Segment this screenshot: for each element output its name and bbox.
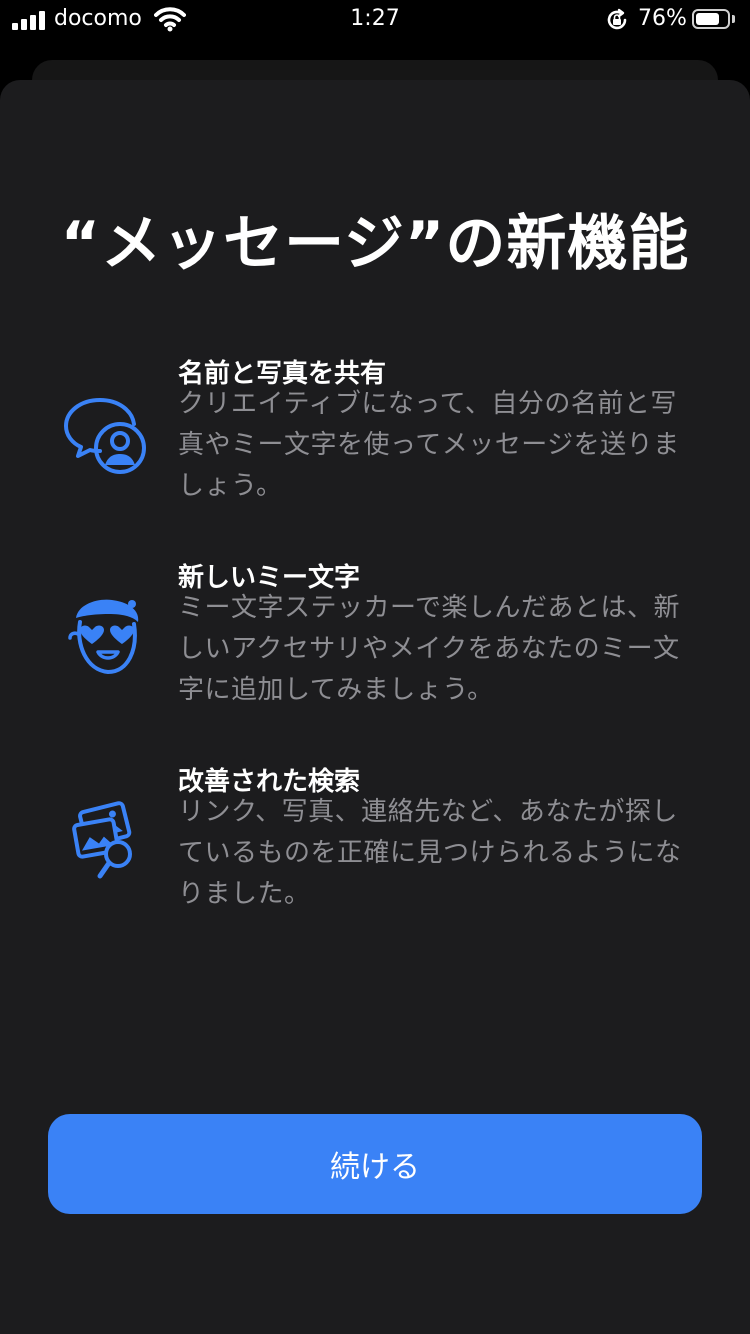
screen: docomo 1:27 76% “メッセージ”の新機能 名前と写真を共有 クリエ… (0, 0, 750, 1334)
page-title: “メッセージ”の新機能 (60, 209, 690, 279)
battery-icon (692, 9, 730, 29)
battery-percentage: 76% (638, 6, 687, 31)
battery-cap (732, 15, 735, 23)
chat-person-icon (64, 398, 146, 474)
status-bar: docomo 1:27 76% (0, 0, 750, 40)
continue-button[interactable]: 続ける (48, 1114, 702, 1214)
feature-description: ミー文字ステッカーで楽しんだあとは、新しいアクセサリやメイクをあなたのミー文字に… (178, 593, 680, 705)
feature-description: リンク、写真、連絡先など、あなたが探しているものを正確に見つけられるようになりま… (178, 797, 682, 909)
feature-description: クリエイティブになって、自分の名前と写真やミー文字を使ってメッセージを送りましょ… (178, 389, 680, 501)
orientation-lock-icon (607, 8, 627, 30)
memoji-icon (68, 599, 139, 675)
photo-search-icon (72, 801, 132, 879)
battery-fill (696, 13, 719, 25)
